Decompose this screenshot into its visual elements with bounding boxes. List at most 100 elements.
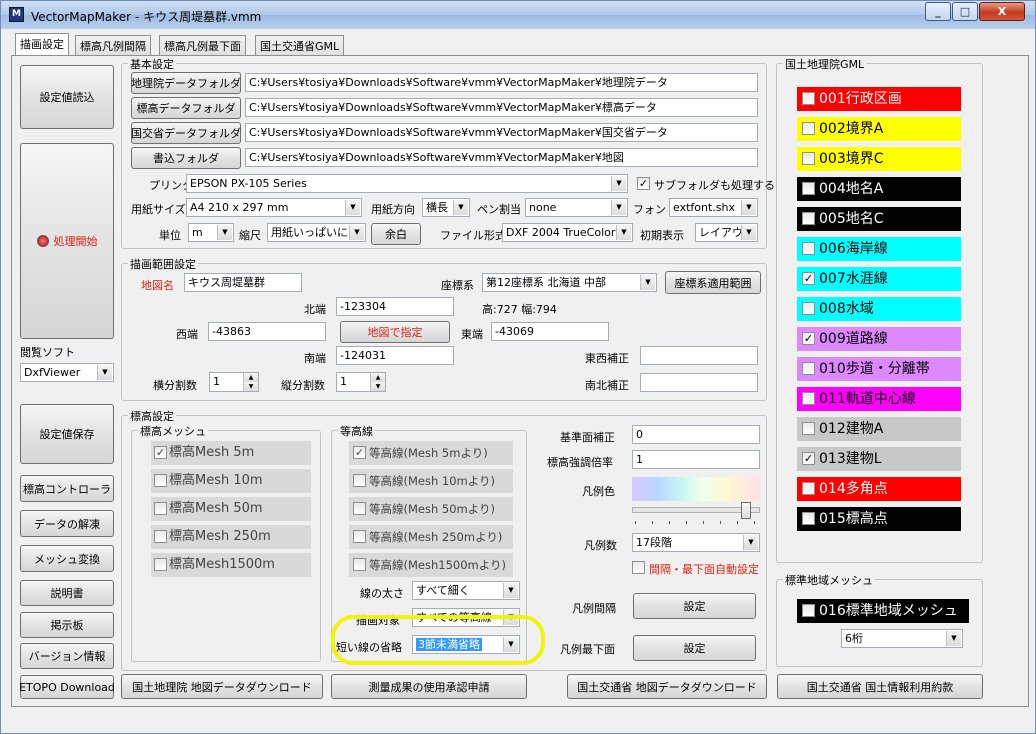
orientation-select[interactable]: 横長 ▼ xyxy=(422,198,470,217)
paper-size-select[interactable]: A4 210 x 297 mm ▼ xyxy=(186,198,362,217)
gml-item[interactable]: 006海岸線 xyxy=(797,237,961,261)
contour-checkbox[interactable] xyxy=(353,474,366,487)
chevron-down-icon[interactable]: ▼ xyxy=(611,200,626,215)
manual-button[interactable]: 説明書 xyxy=(20,580,114,606)
v-divisions-spinner[interactable]: 1 ▲ ▼ xyxy=(336,372,386,392)
minimize-button[interactable]: _ xyxy=(925,2,951,21)
west-field[interactable]: -43863 xyxy=(208,322,326,341)
chevron-down-icon[interactable]: ▼ xyxy=(946,631,961,646)
chevron-down-icon[interactable]: ▼ xyxy=(349,225,364,240)
north-field[interactable]: -123304 xyxy=(336,297,454,316)
gml-item[interactable]: 008水域 xyxy=(797,297,961,321)
mesh-checkbox[interactable] xyxy=(154,502,167,515)
gml-checkbox[interactable] xyxy=(802,92,815,105)
format-select[interactable]: DXF 2004 TrueColor ▼ xyxy=(502,223,633,242)
gml-checkbox[interactable]: ✓ xyxy=(802,272,815,285)
chevron-down-icon[interactable]: ▼ xyxy=(453,200,468,215)
chevron-down-icon[interactable]: ▼ xyxy=(345,200,360,215)
mesh-checkbox[interactable] xyxy=(154,530,167,543)
contour-row[interactable]: 等高線(Mesh1500mより) xyxy=(349,553,513,577)
coord-system-select[interactable]: 第12座標系 北海道 中部 ▼ xyxy=(482,273,657,292)
gml-item[interactable]: 011軌道中心線 xyxy=(797,387,961,411)
mesh-row[interactable]: 標高Mesh 50m xyxy=(151,497,311,521)
tab-mlit-gml[interactable]: 国土交通省GML xyxy=(255,35,345,55)
mesh-checkbox[interactable] xyxy=(154,474,167,487)
mlit-terms-button[interactable]: 国土交通省 国土情報利用約款 xyxy=(777,674,983,699)
gsi-folder-field[interactable]: C:¥Users¥tosiya¥Downloads¥Software¥vmm¥V… xyxy=(245,73,758,92)
version-button[interactable]: バージョン情報 xyxy=(20,643,114,669)
south-field[interactable]: -124031 xyxy=(336,346,454,365)
elev-folder-field[interactable]: C:¥Users¥tosiya¥Downloads¥Software¥vmm¥V… xyxy=(245,98,758,117)
bbs-button[interactable]: 掲示板 xyxy=(20,612,114,638)
chevron-down-icon[interactable]: ▼ xyxy=(616,225,631,240)
pen-select[interactable]: none ▼ xyxy=(525,198,628,217)
legend-count-select[interactable]: 17段階 ▼ xyxy=(632,533,760,552)
gml-checkbox[interactable] xyxy=(802,302,815,315)
spin-up-icon[interactable]: ▲ xyxy=(243,373,258,382)
mesh-row[interactable]: 標高Mesh 250m xyxy=(151,525,311,549)
chevron-down-icon[interactable]: ▼ xyxy=(97,365,112,380)
gml-item[interactable]: 005地名C xyxy=(797,207,961,231)
printer-select[interactable]: EPSON PX-105 Series ▼ xyxy=(186,174,628,193)
output-folder-button[interactable]: 書込フォルダ xyxy=(131,147,241,169)
contour-row[interactable]: ✓ 等高線(Mesh 5mより) xyxy=(349,441,513,465)
contour-checkbox[interactable]: ✓ xyxy=(353,446,366,459)
gml-checkbox[interactable] xyxy=(802,512,815,525)
chevron-down-icon[interactable]: ▼ xyxy=(503,583,518,598)
std-mesh-digits-select[interactable]: 6桁 ▼ xyxy=(841,629,963,648)
gml-item[interactable]: ✓ 007水涯線 xyxy=(797,267,961,291)
mesh-checkbox[interactable]: ✓ xyxy=(154,446,167,459)
contour-checkbox[interactable] xyxy=(353,502,366,515)
mlit-folder-button[interactable]: 国交省データフォルダ xyxy=(131,122,241,144)
exaggeration-field[interactable]: 1 xyxy=(632,450,760,469)
viewer-select[interactable]: DxfViewer ▼ xyxy=(20,363,114,382)
tab-legend-interval[interactable]: 標高凡例間隔 xyxy=(75,35,151,55)
gml-item[interactable]: 001行政区画 xyxy=(797,87,961,111)
gml-checkbox[interactable] xyxy=(802,482,815,495)
auto-set-checkbox[interactable] xyxy=(632,561,645,574)
gml-checkbox[interactable] xyxy=(802,422,815,435)
process-start-button[interactable]: 処理開始 xyxy=(20,143,114,339)
gsi-folder-button[interactable]: 地理院データフォルダ xyxy=(131,72,241,94)
map-name-field[interactable]: キウス周堤墓群 xyxy=(184,273,302,292)
legend-color-slider-thumb[interactable] xyxy=(740,502,751,519)
etopo-download-button[interactable]: ETOPO Download xyxy=(19,675,115,699)
gml-item[interactable]: 004地名A xyxy=(797,177,961,201)
chevron-down-icon[interactable]: ▼ xyxy=(640,275,655,290)
h-divisions-spinner[interactable]: 1 ▲ ▼ xyxy=(209,372,259,392)
maximize-button[interactable]: □ xyxy=(952,2,978,21)
gml-item[interactable]: 010歩道・分離帯 xyxy=(797,357,961,381)
close-button[interactable]: X xyxy=(979,2,1025,21)
std-mesh-checkbox[interactable] xyxy=(802,604,815,617)
gml-checkbox[interactable] xyxy=(802,212,815,225)
map-select-button[interactable]: 地図で指定 xyxy=(340,321,450,343)
ns-correction-field[interactable] xyxy=(640,373,758,392)
chevron-down-icon[interactable]: ▼ xyxy=(611,176,626,191)
scale-select[interactable]: 用紙いっぱいに ▼ xyxy=(267,223,366,242)
east-field[interactable]: -43069 xyxy=(491,322,609,341)
mesh-checkbox[interactable] xyxy=(154,558,167,571)
title-bar[interactable]: M VectorMapMaker - キウス周堤墓群.vmm _ □ X xyxy=(1,1,1035,29)
mlit-folder-field[interactable]: C:¥Users¥tosiya¥Downloads¥Software¥vmm¥V… xyxy=(245,123,758,142)
gml-checkbox[interactable] xyxy=(802,362,815,375)
initial-view-select[interactable]: レイアウト ▼ xyxy=(695,223,758,242)
coord-range-button[interactable]: 座標系適用範囲 xyxy=(665,271,761,294)
chevron-down-icon[interactable]: ▼ xyxy=(743,535,758,550)
spin-down-icon[interactable]: ▼ xyxy=(370,382,385,391)
legend-bottom-button[interactable]: 設定 xyxy=(633,635,756,661)
chevron-down-icon[interactable]: ▼ xyxy=(217,225,232,240)
legend-color-gradient[interactable] xyxy=(632,477,760,501)
decompress-button[interactable]: データの解凍 xyxy=(20,510,114,537)
save-settings-button[interactable]: 設定値保存 xyxy=(20,404,114,464)
ew-correction-field[interactable] xyxy=(640,346,758,365)
survey-approval-button[interactable]: 測量成果の使用承認申請 xyxy=(331,674,527,699)
line-width-select[interactable]: すべて細く ▼ xyxy=(412,581,520,600)
margin-button[interactable]: 余白 xyxy=(371,223,421,245)
base-correction-field[interactable]: 0 xyxy=(632,425,760,444)
contour-checkbox[interactable] xyxy=(353,530,366,543)
contour-row[interactable]: 等高線(Mesh 250mより) xyxy=(349,525,513,549)
gml-item[interactable]: 003境界C xyxy=(797,147,961,171)
gml-item[interactable]: 015標高点 xyxy=(797,507,961,531)
gml-item[interactable]: 002境界A xyxy=(797,117,961,141)
mesh-row[interactable]: 標高Mesh 10m xyxy=(151,469,311,493)
